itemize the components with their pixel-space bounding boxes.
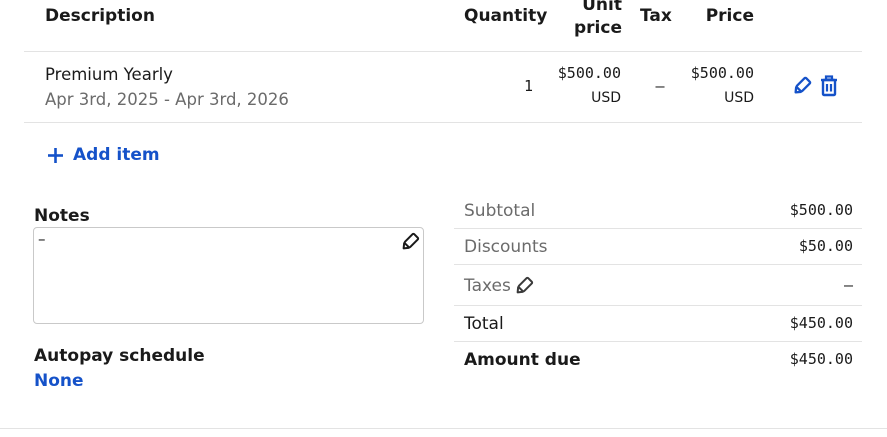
taxes-label: Taxes [464, 276, 511, 296]
column-header-price: Price [705, 6, 754, 26]
item-price: $500.00 [690, 64, 754, 82]
column-header-quantity: Quantity [464, 6, 548, 26]
summary-divider [454, 264, 862, 265]
item-quantity: 1 [523, 77, 533, 95]
trash-icon [821, 75, 837, 97]
column-header-unit-price-line1: Unit [582, 0, 622, 15]
total-label: Total [464, 314, 504, 334]
edit-pencil-icon [794, 76, 812, 94]
edit-item-button[interactable] [792, 76, 812, 100]
column-header-unit-price-line2: price [574, 18, 622, 38]
header-divider [24, 51, 862, 52]
summary-divider [454, 228, 862, 229]
autopay-schedule-label: Autopay schedule [34, 346, 205, 366]
plus-icon [48, 147, 63, 163]
item-price-currency: USD [724, 90, 754, 106]
summary-divider [454, 305, 862, 306]
summary-divider [454, 341, 862, 342]
delete-item-button[interactable] [820, 75, 838, 101]
column-header-unit-price: Unit price [560, 0, 622, 40]
item-dates: Apr 3rd, 2025 - Apr 3rd, 2026 [45, 90, 289, 109]
item-unit-price: $500.00 [557, 64, 621, 82]
item-name: Premium Yearly [45, 65, 173, 84]
amount-due-value: $450.00 [789, 350, 853, 368]
notes-label: Notes [34, 206, 90, 226]
discounts-label: Discounts [464, 237, 548, 257]
discounts-value: $50.00 [798, 237, 853, 255]
notes-value: – [38, 230, 46, 248]
autopay-schedule-link[interactable]: None [34, 371, 84, 391]
edit-notes-button[interactable] [400, 232, 420, 256]
add-item-label: Add item [73, 145, 160, 165]
amount-due-label: Amount due [464, 350, 581, 370]
item-tax: – [655, 77, 665, 95]
column-header-description: Description [45, 6, 155, 26]
row-divider [24, 122, 862, 123]
subtotal-label: Subtotal [464, 201, 536, 221]
item-unit-price-currency: USD [591, 90, 621, 106]
subtotal-value: $500.00 [789, 201, 853, 219]
column-header-tax: Tax [640, 6, 672, 26]
edit-taxes-button[interactable] [514, 276, 534, 300]
taxes-value: – [843, 276, 853, 294]
notes-field[interactable] [33, 227, 424, 324]
add-item-button[interactable]: Add item [47, 145, 160, 165]
total-value: $450.00 [789, 314, 853, 332]
edit-pencil-icon [402, 232, 420, 250]
edit-pencil-icon [516, 276, 534, 294]
footer-divider [0, 428, 887, 429]
